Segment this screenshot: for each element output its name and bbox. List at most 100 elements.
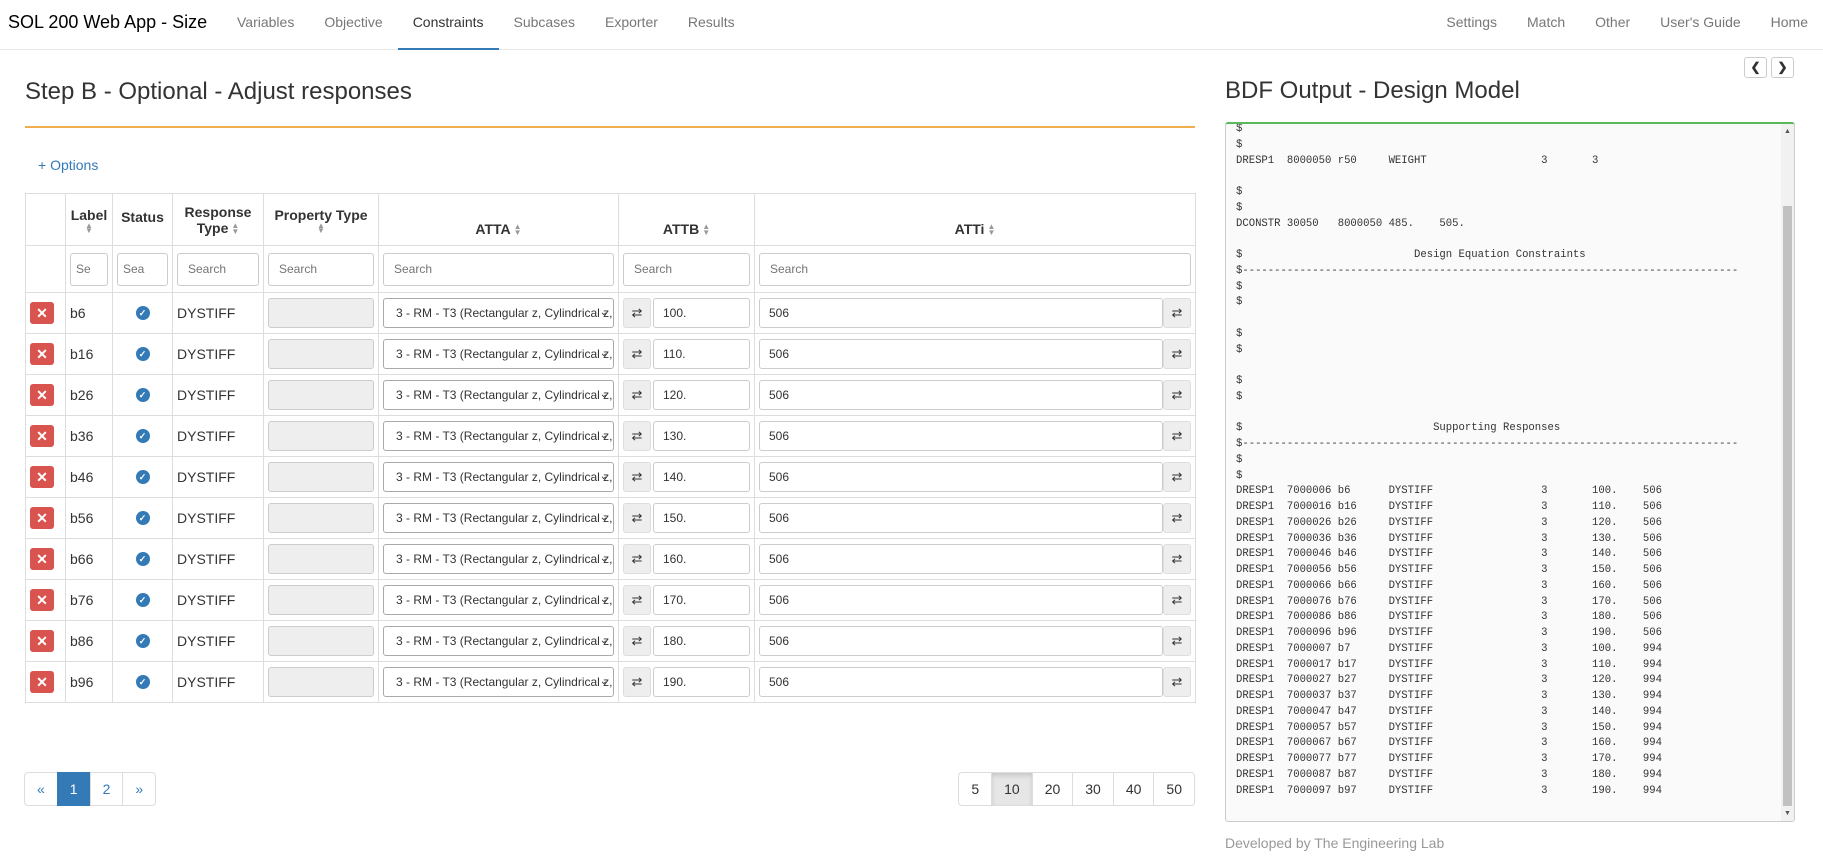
nav-subcases[interactable]: Subcases xyxy=(499,0,590,50)
atta-select[interactable]: 3 - RM - T3 (Rectangular z, Cylindrical … xyxy=(383,544,614,574)
atti-random-button[interactable]: ⇄ xyxy=(1163,298,1191,328)
atta-select[interactable]: 3 - RM - T3 (Rectangular z, Cylindrical … xyxy=(383,667,614,697)
nav-variables[interactable]: Variables xyxy=(222,0,309,50)
atti-random-button[interactable]: ⇄ xyxy=(1163,339,1191,369)
attb-input[interactable]: 100. xyxy=(653,298,750,328)
app-brand[interactable]: SOL 200 Web App - Size xyxy=(8,12,207,33)
atti-random-button[interactable]: ⇄ xyxy=(1163,544,1191,574)
atti-input[interactable]: 506 xyxy=(759,421,1163,451)
attb-input[interactable]: 160. xyxy=(653,544,750,574)
options-toggle-link[interactable]: + Options xyxy=(38,157,98,173)
attb-random-button[interactable]: ⇄ xyxy=(623,585,651,615)
atta-filter-input[interactable] xyxy=(383,252,614,286)
header-property-type[interactable]: Property Type ▲ ▼ xyxy=(263,193,379,246)
atta-select[interactable]: 3 - RM - T3 (Rectangular z, Cylindrical … xyxy=(383,380,614,410)
header-label[interactable]: Label ▲ ▼ xyxy=(65,193,113,246)
nav-constraints[interactable]: Constraints xyxy=(397,0,499,50)
delete-row-button[interactable]: ✕ xyxy=(30,507,54,529)
attb-random-button[interactable]: ⇄ xyxy=(623,421,651,451)
header-atta[interactable]: ATTA ▲ ▼ xyxy=(378,193,619,246)
atta-select[interactable]: 3 - RM - T3 (Rectangular z, Cylindrical … xyxy=(383,339,614,369)
attb-random-button[interactable]: ⇄ xyxy=(623,380,651,410)
atti-input[interactable]: 506 xyxy=(759,298,1163,328)
attb-input[interactable]: 140. xyxy=(653,462,750,492)
attb-input[interactable]: 190. xyxy=(653,667,750,697)
attb-filter-input[interactable] xyxy=(623,252,750,286)
atti-random-button[interactable]: ⇄ xyxy=(1163,421,1191,451)
atti-input[interactable]: 506 xyxy=(759,339,1163,369)
atti-input[interactable]: 506 xyxy=(759,585,1163,615)
atti-input[interactable]: 506 xyxy=(759,544,1163,574)
delete-row-button[interactable]: ✕ xyxy=(30,302,54,324)
nav-other[interactable]: Other xyxy=(1580,0,1645,50)
delete-row-button[interactable]: ✕ xyxy=(30,630,54,652)
collapse-left-button[interactable]: ❮ xyxy=(1744,57,1767,78)
header-attb[interactable]: ATTB ▲ ▼ xyxy=(618,193,755,246)
page-2-button[interactable]: 2 xyxy=(89,772,124,806)
delete-row-button[interactable]: ✕ xyxy=(30,425,54,447)
atti-random-button[interactable]: ⇄ xyxy=(1163,626,1191,656)
page-size-5[interactable]: 5 xyxy=(958,772,993,806)
atti-input[interactable]: 506 xyxy=(759,380,1163,410)
atti-input[interactable]: 506 xyxy=(759,667,1163,697)
bdf-scrollbar[interactable]: ▲ ▼ xyxy=(1781,124,1794,821)
attb-input[interactable]: 120. xyxy=(653,380,750,410)
header-status[interactable]: Status xyxy=(112,193,173,246)
nav-results[interactable]: Results xyxy=(673,0,750,50)
response-filter-input[interactable] xyxy=(177,252,259,286)
page-prev-button[interactable]: « xyxy=(24,772,58,806)
scroll-thumb[interactable] xyxy=(1783,206,1792,806)
nav-match[interactable]: Match xyxy=(1512,0,1580,50)
nav-home[interactable]: Home xyxy=(1756,0,1823,50)
delete-row-button[interactable]: ✕ xyxy=(30,343,54,365)
header-response-type[interactable]: Response Type ▲ ▼ xyxy=(172,193,264,246)
atti-filter-input[interactable] xyxy=(759,252,1191,286)
atta-select[interactable]: 3 - RM - T3 (Rectangular z, Cylindrical … xyxy=(383,503,614,533)
attb-random-button[interactable]: ⇄ xyxy=(623,667,651,697)
attb-random-button[interactable]: ⇄ xyxy=(623,339,651,369)
page-size-10[interactable]: 10 xyxy=(991,772,1033,806)
status-filter-input[interactable] xyxy=(117,252,168,286)
atta-select[interactable]: 3 - RM - T3 (Rectangular z, Cylindrical … xyxy=(383,298,614,328)
page-size-20[interactable]: 20 xyxy=(1031,772,1074,806)
atta-select[interactable]: 3 - RM - T3 (Rectangular z, Cylindrical … xyxy=(383,626,614,656)
page-size-40[interactable]: 40 xyxy=(1112,772,1155,806)
attb-random-button[interactable]: ⇄ xyxy=(623,544,651,574)
attb-input[interactable]: 170. xyxy=(653,585,750,615)
atta-select[interactable]: 3 - RM - T3 (Rectangular z, Cylindrical … xyxy=(383,585,614,615)
attb-input[interactable]: 180. xyxy=(653,626,750,656)
atti-random-button[interactable]: ⇄ xyxy=(1163,585,1191,615)
atta-select[interactable]: 3 - RM - T3 (Rectangular z, Cylindrical … xyxy=(383,462,614,492)
atti-random-button[interactable]: ⇄ xyxy=(1163,503,1191,533)
attb-input[interactable]: 130. xyxy=(653,421,750,451)
page-size-50[interactable]: 50 xyxy=(1153,772,1195,806)
attb-input[interactable]: 150. xyxy=(653,503,750,533)
attb-random-button[interactable]: ⇄ xyxy=(623,462,651,492)
expand-right-button[interactable]: ❯ xyxy=(1771,57,1794,78)
nav-settings[interactable]: Settings xyxy=(1431,0,1512,50)
attb-input[interactable]: 110. xyxy=(653,339,750,369)
atti-input[interactable]: 506 xyxy=(759,462,1163,492)
delete-row-button[interactable]: ✕ xyxy=(30,671,54,693)
label-filter-input[interactable] xyxy=(70,252,108,286)
atti-input[interactable]: 506 xyxy=(759,503,1163,533)
page-size-30[interactable]: 30 xyxy=(1072,772,1114,806)
delete-row-button[interactable]: ✕ xyxy=(30,548,54,570)
property-filter-input[interactable] xyxy=(268,252,374,286)
attb-random-button[interactable]: ⇄ xyxy=(623,503,651,533)
atti-random-button[interactable]: ⇄ xyxy=(1163,667,1191,697)
header-atti[interactable]: ATTi ▲ ▼ xyxy=(754,193,1196,246)
delete-row-button[interactable]: ✕ xyxy=(30,466,54,488)
nav-objective[interactable]: Objective xyxy=(309,0,397,50)
page-1-button[interactable]: 1 xyxy=(56,772,91,806)
bdf-output-box[interactable]: $ $ DRESP1 8000050 r50 WEIGHT 3 3 $ $ DC… xyxy=(1225,122,1795,822)
nav-exporter[interactable]: Exporter xyxy=(590,0,673,50)
delete-row-button[interactable]: ✕ xyxy=(30,384,54,406)
atti-input[interactable]: 506 xyxy=(759,626,1163,656)
page-next-button[interactable]: » xyxy=(122,772,157,806)
nav-users-guide[interactable]: User's Guide xyxy=(1645,0,1755,50)
attb-random-button[interactable]: ⇄ xyxy=(623,298,651,328)
atta-select[interactable]: 3 - RM - T3 (Rectangular z, Cylindrical … xyxy=(383,421,614,451)
scroll-up-icon[interactable]: ▲ xyxy=(1783,126,1792,138)
atti-random-button[interactable]: ⇄ xyxy=(1163,380,1191,410)
